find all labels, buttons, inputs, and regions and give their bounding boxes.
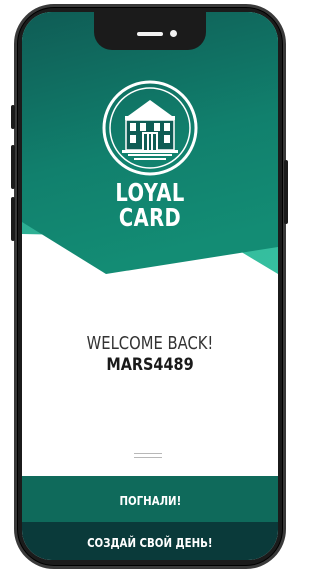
building-logo-icon <box>102 80 198 176</box>
side-button <box>11 145 15 189</box>
side-button <box>11 105 15 129</box>
front-camera <box>170 30 177 37</box>
username: MARS4489 <box>106 355 194 375</box>
side-button <box>11 197 15 241</box>
welcome-greeting: WELCOME BACK! <box>86 333 214 354</box>
drag-handle[interactable] <box>134 453 162 454</box>
create-day-button-label: СОЗДАЙ СВОЙ ДЕНЬ! <box>87 536 213 550</box>
go-button-label: ПОГНАЛИ! <box>119 494 181 508</box>
go-button[interactable]: ПОГНАЛИ! <box>22 476 278 522</box>
create-day-button[interactable]: СОЗДАЙ СВОЙ ДЕНЬ! <box>22 522 278 560</box>
side-button <box>284 160 288 224</box>
drag-handle[interactable] <box>134 457 162 458</box>
app-screen: LOYAL CARD WELCOME BACK! MARS4489 ПОГНАЛ… <box>22 12 278 560</box>
notch <box>94 12 206 50</box>
speaker <box>137 32 163 36</box>
brand-line-2: CARD <box>118 203 182 232</box>
